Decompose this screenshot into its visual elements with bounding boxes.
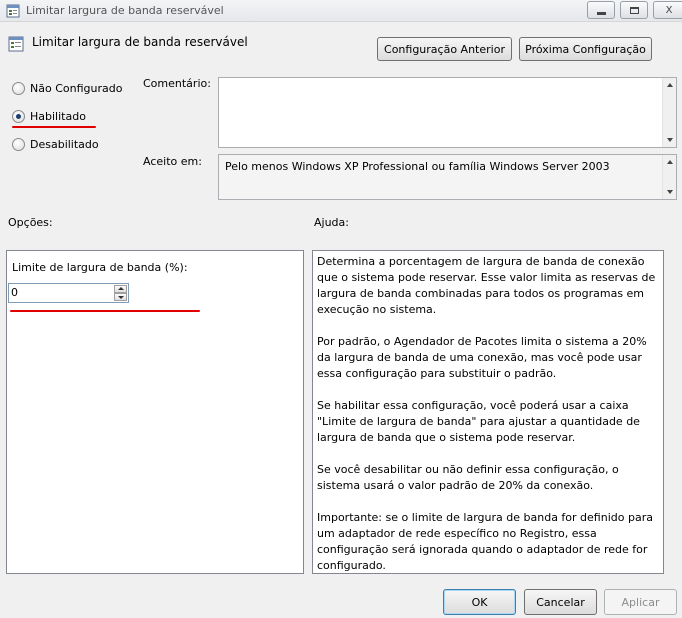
help-paragraph: Determina a porcentagem de largura de ba… [317,255,656,316]
ok-button[interactable]: OK [443,589,516,615]
maximize-button[interactable] [620,1,648,19]
help-paragraph: Por padrão, o Agendador de Pacotes limit… [317,335,647,380]
options-section-label: Opções: [8,216,53,229]
maximize-icon [629,6,639,14]
supported-on-label: Aceito em: [143,155,202,168]
title-bar: Limitar largura de banda reservável X [0,0,682,22]
scroll-up-icon[interactable] [667,160,673,164]
help-text: Determina a porcentagem de largura de ba… [317,254,657,590]
spin-up-button[interactable] [114,285,127,293]
radio-button[interactable] [12,110,25,123]
supported-on-scrollbar[interactable] [662,155,676,199]
radio-not-configured[interactable]: Não Configurado [12,82,122,95]
bandwidth-limit-label: Limite de largura de banda (%): [12,261,188,274]
comment-textarea[interactable] [218,77,677,148]
red-underline-annotation [10,310,200,312]
bandwidth-limit-spinbox[interactable]: 0 [8,283,129,303]
radio-label: Desabilitado [30,138,99,151]
radio-button[interactable] [12,82,25,95]
previous-setting-button[interactable]: Configuração Anterior [377,37,512,61]
help-section-label: Ajuda: [314,216,349,229]
comment-label: Comentário: [143,77,211,90]
radio-enabled[interactable]: Habilitado [12,110,86,123]
supported-on-value: Pelo menos Windows XP Professional ou fa… [225,160,610,173]
policy-setting-icon [6,4,20,21]
policy-setting-icon [8,36,24,55]
spin-buttons [114,285,127,301]
scroll-up-icon[interactable] [667,83,673,87]
minimize-button[interactable] [587,1,615,19]
comment-scrollbar[interactable] [662,78,676,147]
close-icon: X [665,4,673,16]
help-panel: Determina a porcentagem de largura de ba… [312,250,664,574]
help-paragraph: Se você desabilitar ou não definir essa … [317,463,619,492]
setting-title: Limitar largura de banda reservável [32,35,248,49]
close-button[interactable]: X [653,1,682,19]
supported-on-field: Pelo menos Windows XP Professional ou fa… [218,154,677,200]
apply-button[interactable]: Aplicar [604,589,677,615]
help-paragraph: Importante: se o limite de largura de ba… [317,511,653,572]
spin-down-button[interactable] [114,293,127,301]
red-underline-annotation [12,126,96,128]
minimize-icon [596,11,606,15]
help-paragraph: Se habilitar essa configuração, você pod… [317,399,640,444]
radio-button[interactable] [12,138,25,151]
scroll-down-icon[interactable] [667,190,673,194]
arrow-down-icon [118,296,124,299]
radio-disabled[interactable]: Desabilitado [12,138,99,151]
scroll-down-icon[interactable] [667,138,673,142]
window-title: Limitar largura de banda reservável [26,4,224,17]
radio-label: Habilitado [30,110,86,123]
cancel-button[interactable]: Cancelar [524,589,597,615]
arrow-up-icon [118,287,124,290]
next-setting-button[interactable]: Próxima Configuração [519,37,652,61]
bandwidth-limit-value[interactable]: 0 [11,286,18,299]
radio-label: Não Configurado [30,82,123,95]
